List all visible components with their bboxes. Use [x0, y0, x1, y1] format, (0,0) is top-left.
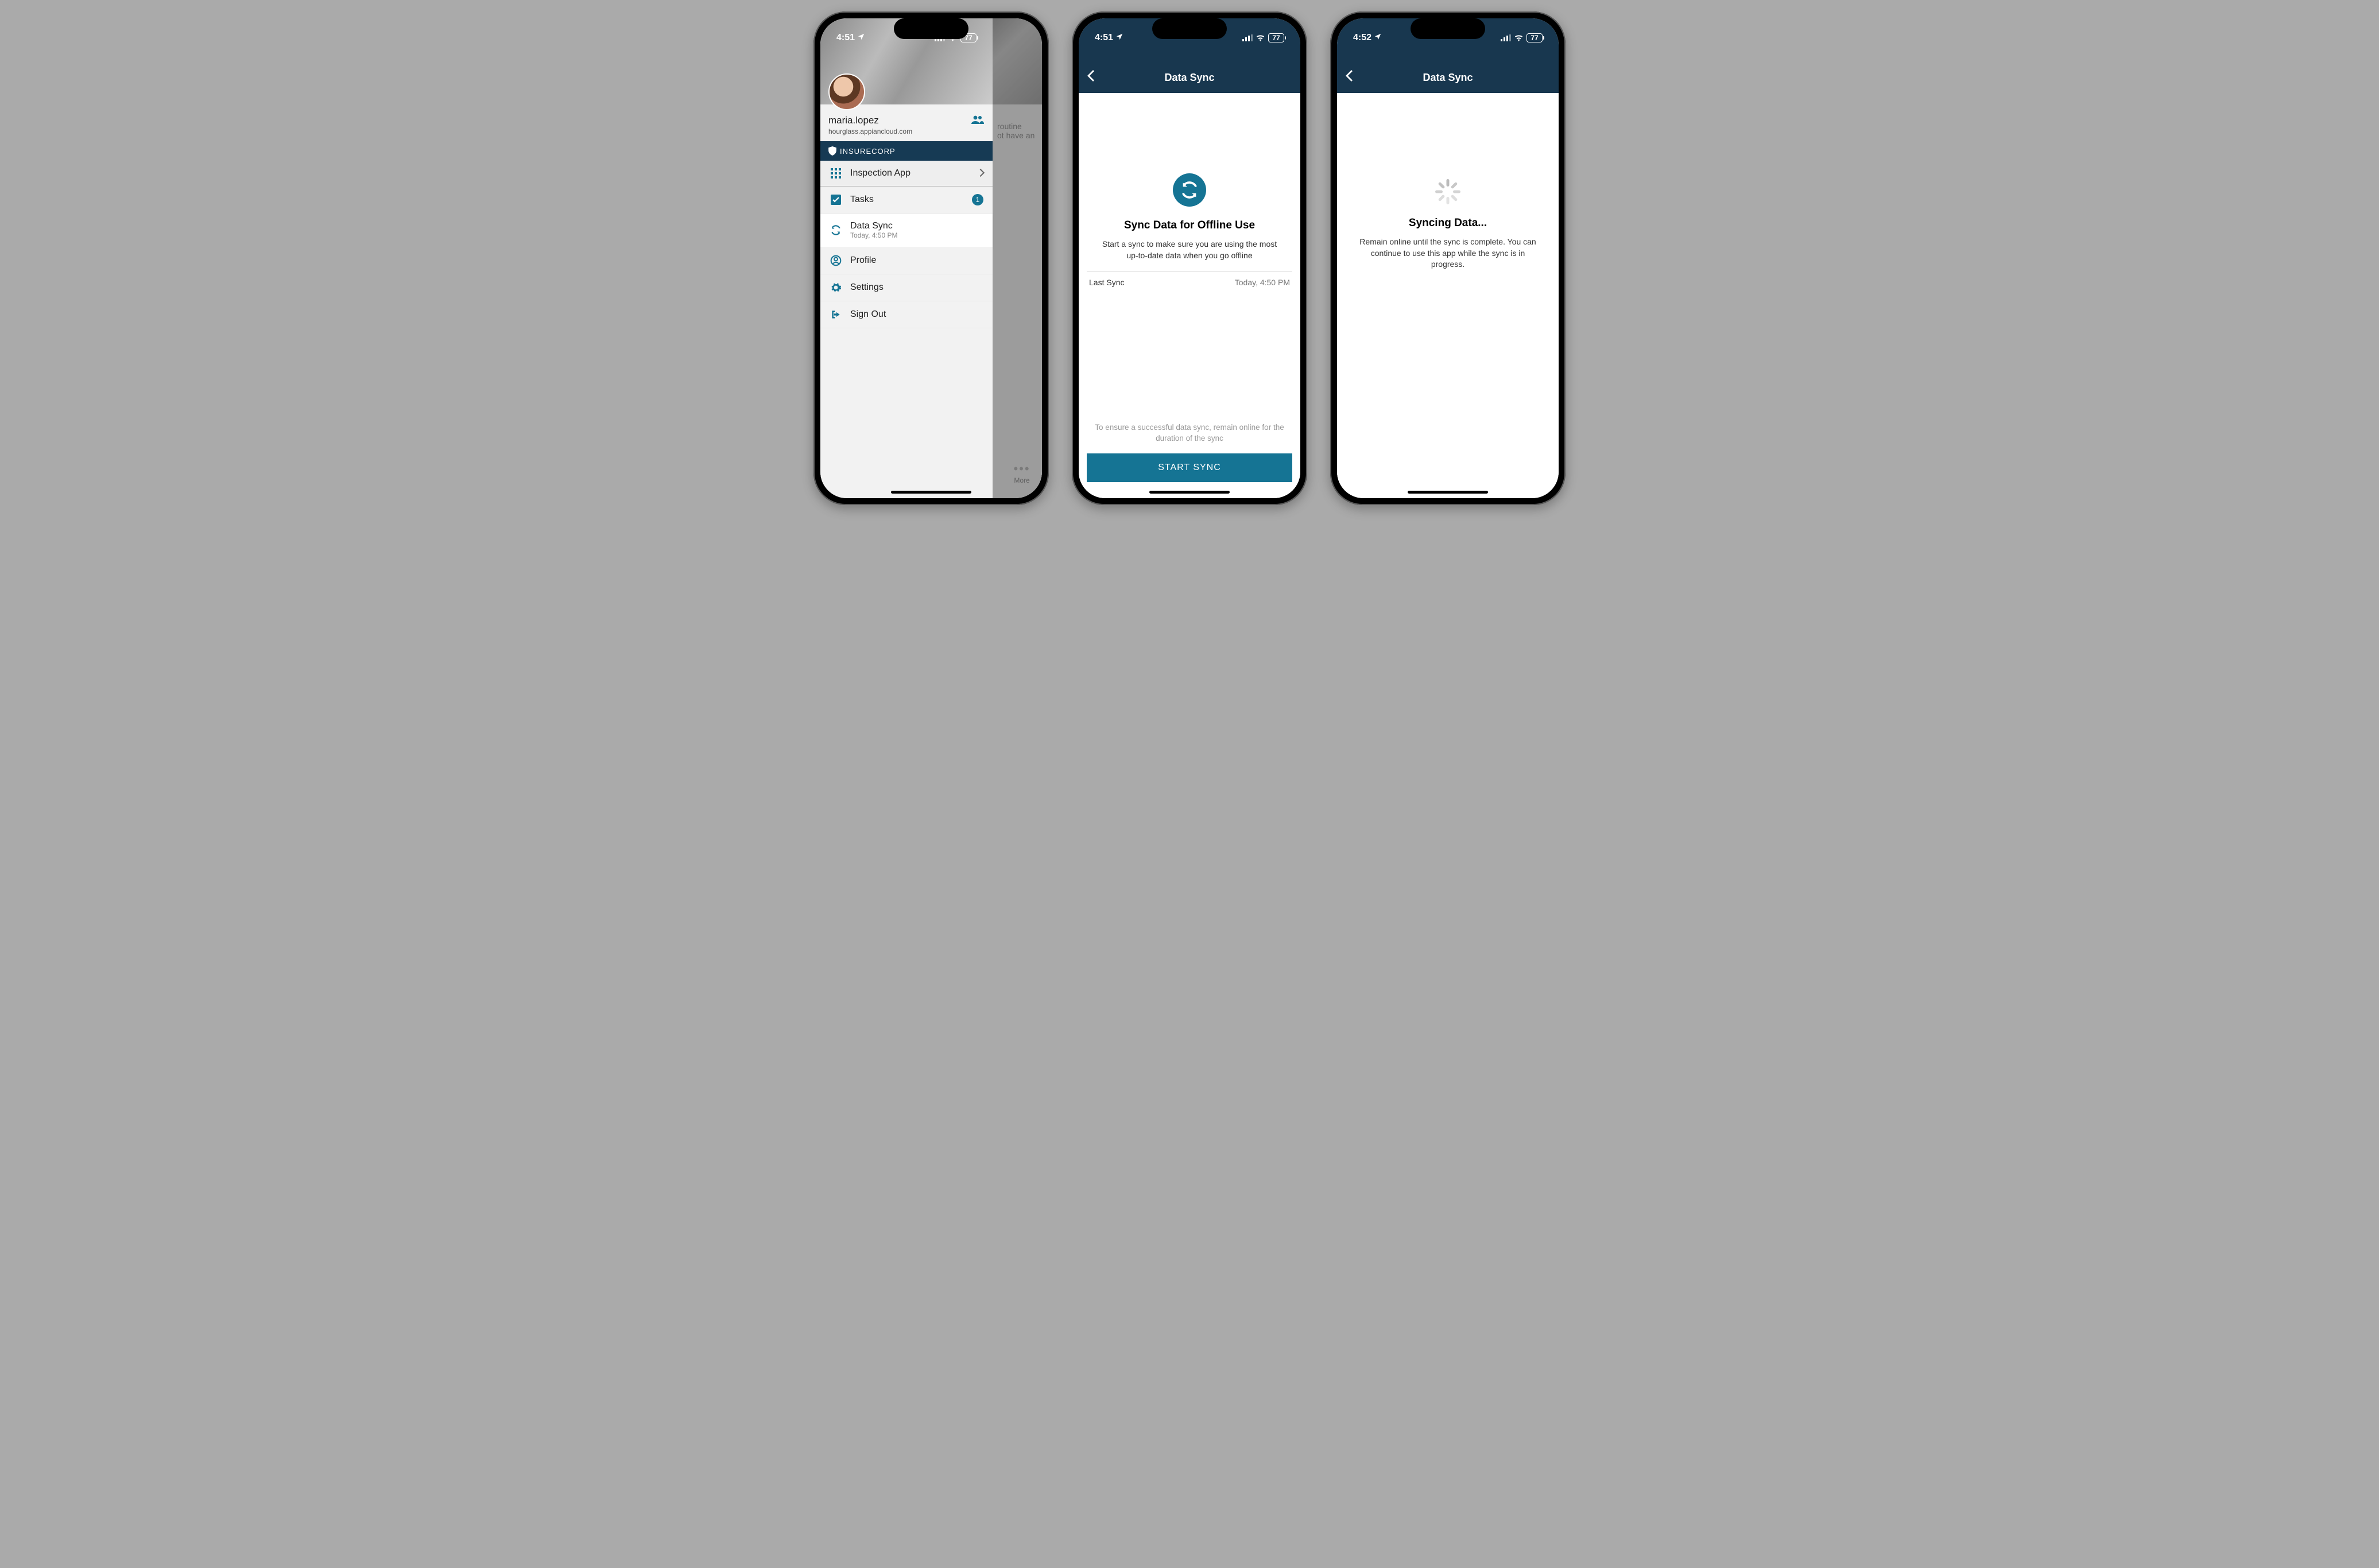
- tasks-badge: 1: [972, 194, 983, 205]
- user-name: maria.lopez: [828, 115, 912, 126]
- last-sync-label: Last Sync: [1089, 278, 1124, 287]
- signout-icon: [830, 309, 842, 320]
- sidebar-item-label: Sign Out: [850, 309, 983, 320]
- syncing-heading: Syncing Data...: [1354, 217, 1541, 230]
- spinner-icon: [1435, 179, 1460, 204]
- checkbox-icon: [830, 195, 842, 205]
- location-icon: [857, 33, 865, 44]
- phone-2-data-sync: 4:51 77 Data Sync: [1072, 11, 1307, 505]
- sync-footer-note: To ensure a successful data sync, remain…: [1087, 422, 1292, 444]
- chevron-right-icon: [978, 168, 983, 178]
- grid-icon: [830, 168, 842, 178]
- status-time: 4:51: [836, 33, 855, 43]
- brand-bar: INSURECORP: [820, 141, 993, 161]
- location-icon: [1115, 33, 1123, 44]
- status-time: 4:52: [1353, 33, 1371, 43]
- phone-1-sidebar: routine ot have an ••• More 4:51: [813, 11, 1049, 505]
- user-host: hourglass.appiancloud.com: [828, 127, 912, 135]
- battery-icon: 77: [1268, 33, 1284, 42]
- battery-icon: 77: [1526, 33, 1543, 42]
- wifi-icon: [1514, 34, 1524, 41]
- cellular-icon: [1242, 34, 1253, 41]
- group-icon[interactable]: [971, 115, 985, 128]
- sidebar: 4:51 77: [820, 18, 993, 498]
- avatar[interactable]: [828, 73, 865, 110]
- sidebar-item-label: Tasks: [850, 195, 964, 205]
- toolbar-more[interactable]: ••• More: [1002, 461, 1042, 484]
- sidebar-item-label: Settings: [850, 282, 983, 293]
- sidebar-item-app-switcher[interactable]: Inspection App: [820, 161, 993, 187]
- page-title: Data Sync: [1423, 72, 1473, 84]
- sidebar-item-tasks[interactable]: Tasks 1: [820, 187, 993, 214]
- sync-description: Start a sync to make sure you are using …: [1096, 239, 1283, 261]
- gear-icon: [830, 282, 842, 293]
- home-indicator[interactable]: [1149, 491, 1230, 494]
- start-sync-button[interactable]: START SYNC: [1087, 453, 1292, 482]
- profile-icon: [830, 255, 842, 266]
- status-time: 4:51: [1095, 33, 1113, 43]
- sidebar-item-label: Profile: [850, 255, 983, 266]
- syncing-description: Remain online until the sync is complete…: [1354, 236, 1541, 270]
- sidebar-item-data-sync[interactable]: Data Sync Today, 4:50 PM: [820, 214, 993, 247]
- sidebar-item-profile[interactable]: Profile: [820, 247, 993, 274]
- sidebar-item-label: Data Sync: [850, 221, 983, 231]
- sidebar-item-signout[interactable]: Sign Out: [820, 301, 993, 328]
- wifi-icon: [1256, 34, 1265, 41]
- more-dots-icon: •••: [1002, 461, 1042, 476]
- sidebar-item-subtitle: Today, 4:50 PM: [850, 231, 983, 239]
- sync-icon: [830, 224, 842, 236]
- sync-heading: Sync Data for Offline Use: [1096, 219, 1283, 232]
- sidebar-item-label: Inspection App: [850, 168, 970, 178]
- sidebar-item-settings[interactable]: Settings: [820, 274, 993, 301]
- phone-3-syncing: 4:52 77 Data Sync: [1330, 11, 1566, 505]
- home-indicator[interactable]: [891, 491, 971, 494]
- last-sync-row: Last Sync Today, 4:50 PM: [1087, 271, 1292, 293]
- notch: [894, 18, 968, 39]
- cellular-icon: [1501, 34, 1511, 41]
- notch: [1411, 18, 1485, 39]
- sync-icon-large: [1173, 173, 1206, 207]
- notch: [1152, 18, 1227, 39]
- dimmed-content-behind: routine ot have an: [993, 110, 1042, 498]
- home-indicator[interactable]: [1408, 491, 1488, 494]
- location-icon: [1374, 33, 1382, 44]
- back-button[interactable]: [1345, 69, 1353, 85]
- page-title: Data Sync: [1164, 72, 1214, 84]
- back-button[interactable]: [1087, 69, 1095, 85]
- last-sync-value: Today, 4:50 PM: [1235, 278, 1290, 287]
